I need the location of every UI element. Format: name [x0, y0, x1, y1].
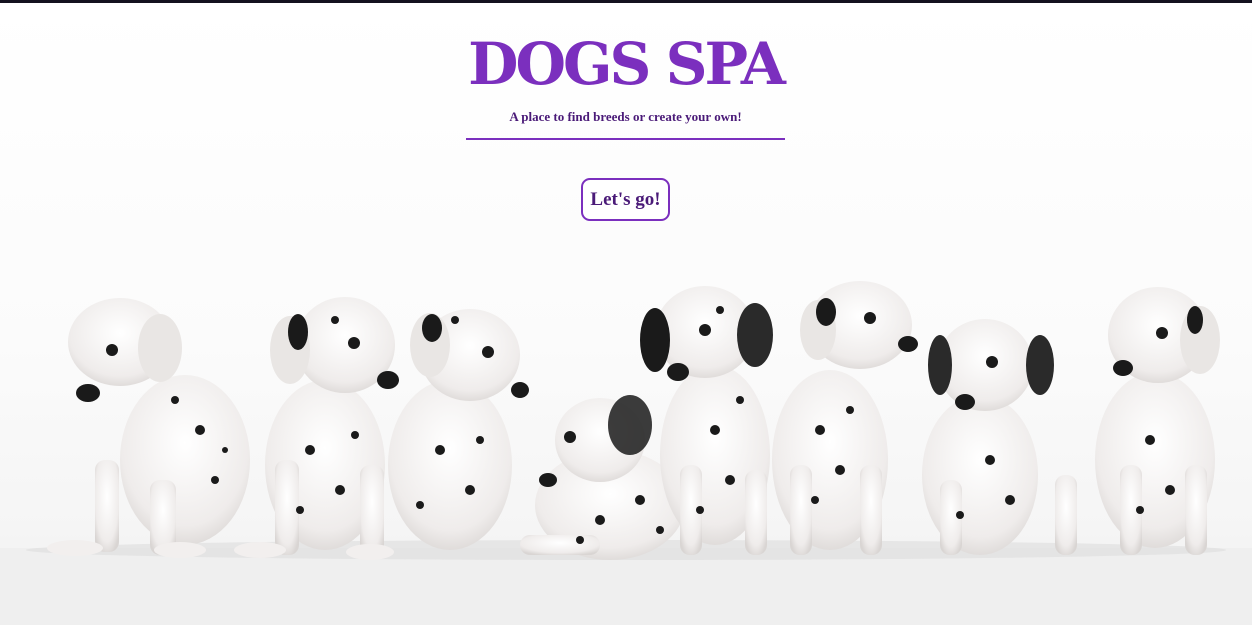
tagline: A place to find breeds or create your ow…: [509, 109, 742, 124]
puppy-1: [47, 298, 250, 558]
dalmatian-puppies-image: [0, 281, 1252, 625]
puppy-7: [922, 319, 1077, 555]
puppy-6: [772, 281, 918, 555]
page-title: DOGS SPA: [468, 30, 786, 98]
title-divider: [466, 138, 785, 140]
landing-page: DOGS SPA A place to find breeds or creat…: [0, 0, 1252, 625]
lets-go-button[interactable]: Let's go!: [581, 178, 670, 221]
hero-section: DOGS SPA A place to find breeds or creat…: [466, 26, 786, 140]
puppy-4: [520, 395, 685, 560]
puppy-8: [1095, 287, 1220, 555]
top-border: [0, 0, 1252, 3]
